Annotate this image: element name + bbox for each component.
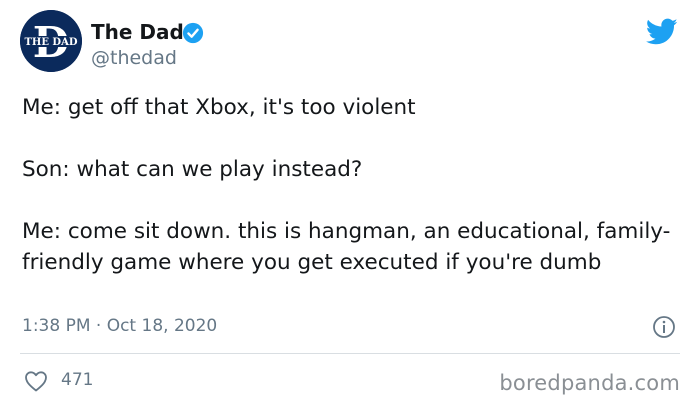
heart-icon[interactable]: [24, 370, 48, 392]
divider: [20, 353, 680, 354]
user-handle[interactable]: @thedad: [91, 46, 177, 70]
tweet-paragraph: Son: what can we play instead?: [22, 157, 363, 182]
verified-badge-icon: [182, 22, 204, 44]
tweet-paragraph: Me: get off that Xbox, it's too violent: [22, 95, 416, 120]
like-count: 471: [61, 370, 94, 390]
twitter-bird-icon[interactable]: [646, 18, 678, 46]
tweet-timestamp[interactable]: 1:38 PM · Oct 18, 2020: [22, 315, 217, 337]
watermark: boredpanda.com: [499, 371, 680, 395]
tweet-card: D THE DAD The Dad @thedad Me: get off th…: [0, 0, 700, 406]
the-dad-logo-icon: D THE DAD: [20, 10, 82, 72]
info-icon[interactable]: [652, 315, 676, 339]
tweet-body: Me: get off that Xbox, it's too violent …: [22, 92, 682, 309]
display-name[interactable]: The Dad: [91, 20, 184, 44]
avatar-label: THE DAD: [24, 37, 77, 48]
avatar[interactable]: D THE DAD: [20, 10, 82, 72]
tweet-paragraph: Me: come sit down. this is hangman, an e…: [22, 219, 671, 275]
